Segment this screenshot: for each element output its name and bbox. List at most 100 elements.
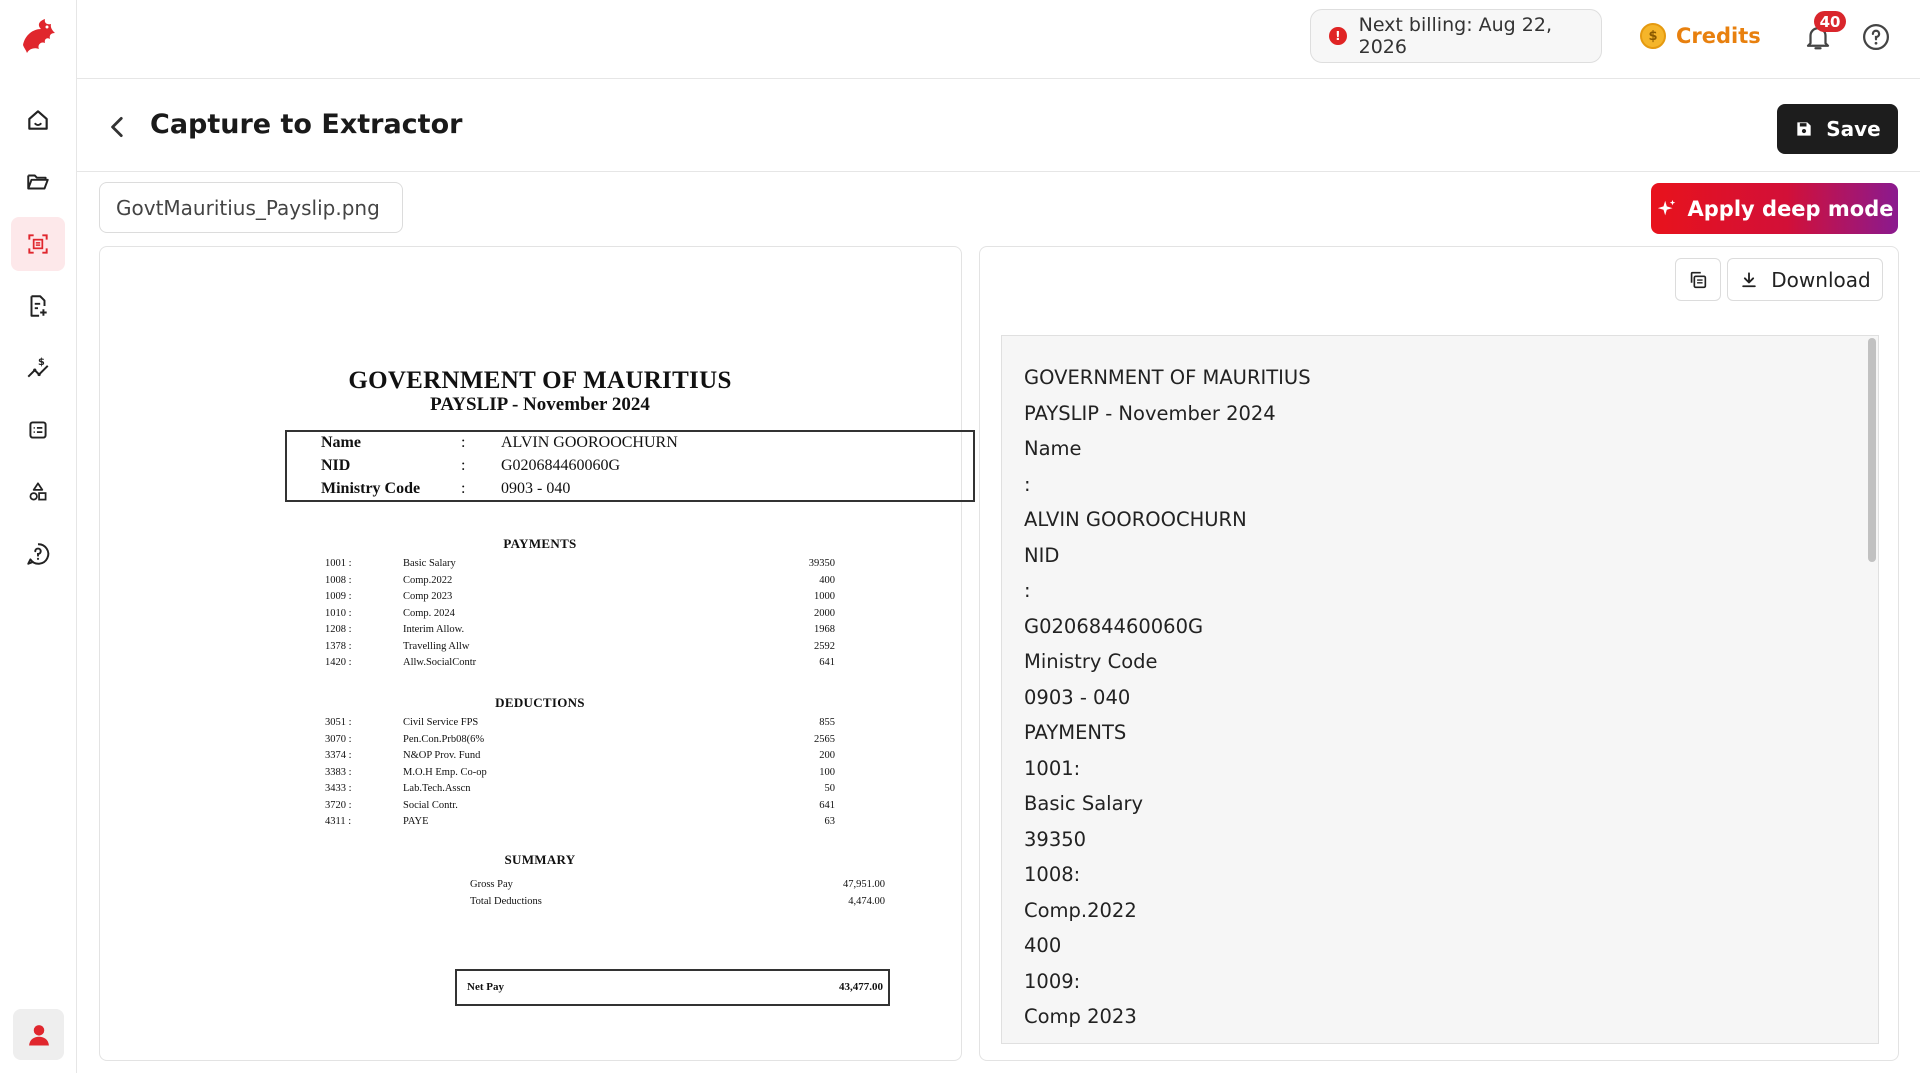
id-row-ministry: Ministry Code : 0903 - 040 [321,480,570,498]
deep-mode-label: Apply deep mode [1687,196,1894,221]
line-amt: 50 [824,783,836,794]
line-amt: 2565 [814,733,835,745]
svg-text:$: $ [38,357,45,368]
line-code: 3070 : [325,733,352,745]
file-name-chip: GovtMauritius_Payslip.png [99,182,403,233]
dollar-flow-icon: $ [27,357,49,378]
line-item: 1008 : Comp.2022 400 [325,575,845,589]
download-button[interactable]: Download [1727,258,1883,301]
id-sep: : [461,457,466,474]
net-pay-value: 43,477.00 [839,981,883,993]
coin-icon: $ [1640,23,1666,49]
dragon-logo[interactable] [17,15,61,59]
net-pay-label: Net Pay [467,981,504,993]
user-profile-button[interactable] [13,1009,64,1060]
extracted-text-line: 39350 [1024,827,1087,851]
download-label: Download [1771,267,1871,292]
id-sep: : [461,480,466,497]
extracted-text-panel: Download GOVERNMENT OF MAURITIUS PAYSLIP … [979,246,1899,1061]
line-amt: 400 [819,574,835,586]
help-circle-icon[interactable] [1861,22,1891,52]
extracted-text-line: Ministry Code [1024,650,1158,673]
line-item: 3374 : N&OP Prov. Fund 200 [325,750,845,764]
folder-icon [27,174,49,190]
extracted-text-line: G020684460060G [1024,614,1204,638]
net-pay-box: Net Pay 43,477.00 [455,969,890,1006]
save-label: Save [1826,117,1881,141]
line-code: 3720 : [325,799,352,811]
line-code: 4311 : [325,816,352,827]
line-amt: 63 [824,816,836,827]
line-item: 3433 : Lab.Tech.Asscn 50 [325,783,845,797]
sidebar-item-home[interactable] [11,93,65,147]
scrollbar[interactable] [1866,336,1878,1043]
list-box-icon [29,421,47,439]
line-item: 3720 : Social Contr. 641 [325,800,845,814]
payments-title: PAYMENTS [503,536,577,551]
id-key: Ministry Code [321,480,421,497]
page-title: Capture to Extractor [150,109,463,140]
line-code: 3374 : [325,750,352,761]
sidebar-item-scan[interactable] [11,217,65,271]
extracted-text-line: ALVIN GOOROOCHURN [1024,508,1247,531]
scan-icon [28,234,48,254]
id-value: 0903 - 040 [501,480,571,497]
extracted-text-area[interactable]: GOVERNMENT OF MAURITIUS PAYSLIP - Novembe… [1001,335,1879,1044]
copy-icon [1690,271,1707,288]
summary-title: SUMMARY [504,852,576,867]
sidebar-item-finance[interactable]: $ [11,341,65,395]
extracted-text-line: PAYMENTS [1024,721,1127,744]
gross-pay-value: 47,951.00 [843,879,885,890]
credits-button[interactable]: $ Credits [1640,18,1761,54]
sidebar-item-shapes[interactable] [11,465,65,519]
title-bar: Capture to Extractor Save [77,79,1920,172]
line-code: 1001 : [325,558,352,569]
line-code: 1208 : [325,624,352,635]
document-preview-panel: GOVERNMENT OF MAURITIUS PAYSLIP - Novemb… [99,246,975,1061]
chevron-left-icon[interactable] [105,114,131,140]
sidebar-item-folder[interactable] [11,155,65,209]
extracted-text-line: 0903 - 040 [1024,685,1131,709]
id-key: NID [321,457,351,474]
line-code: 1009 : [325,591,352,602]
line-code: 1378 : [325,640,352,652]
line-amt: 200 [819,750,835,761]
total-deductions-value: 4,474.00 [848,896,885,907]
info-icon: ! [1329,27,1347,45]
extracted-text-line: Comp.2022 [1024,898,1137,922]
line-item: 3051 : Civil Service FPS 855 [325,717,845,731]
billing-badge[interactable]: ! Next billing: Aug 22, 2026 [1310,9,1602,63]
line-code: 3433 : [325,783,352,794]
line-amt: 2000 [814,607,835,619]
line-code: 1010 : [325,607,352,619]
sparkle-icon [1657,199,1675,215]
sidebar-item-document-add[interactable] [11,279,65,333]
payslip-title: GOVERNMENT OF MAURITIUS [348,367,732,394]
id-key: Name [321,434,361,451]
gross-pay-label: Gross Pay [470,879,513,890]
sidebar-item-list[interactable] [11,403,65,457]
user-icon [28,1024,49,1045]
download-icon [1742,271,1757,287]
line-amt: 641 [819,657,835,668]
apply-deep-mode-button[interactable]: Apply deep mode [1651,183,1898,234]
sidebar-item-help[interactable] [11,527,65,581]
line-code: 1008 : [325,574,352,586]
extracted-text-line: GOVERNMENT OF MAURITIUS [1024,366,1311,389]
total-deductions-label: Total Deductions [470,896,542,907]
copy-button[interactable] [1675,258,1721,301]
extracted-text-line: 1009: [1024,969,1081,993]
line-code: 3051 : [325,717,352,728]
id-row-nid: NID : G020684460060G [321,457,620,475]
save-icon [1797,122,1811,136]
line-amt: 641 [819,799,835,811]
employee-info-box: Name : ALVIN GOOROOCHURN NID : G02068446… [285,430,975,502]
line-amt: 39350 [808,558,835,569]
save-button[interactable]: Save [1777,104,1898,154]
home-icon [28,110,48,130]
id-sep: : [461,434,466,451]
extracted-text-lines: GOVERNMENT OF MAURITIUS PAYSLIP - Novembe… [1024,360,1311,1035]
id-row-name: Name : ALVIN GOOROOCHURN [321,434,678,452]
scrollbar-thumb[interactable] [1868,338,1876,562]
help-icon [27,543,50,565]
